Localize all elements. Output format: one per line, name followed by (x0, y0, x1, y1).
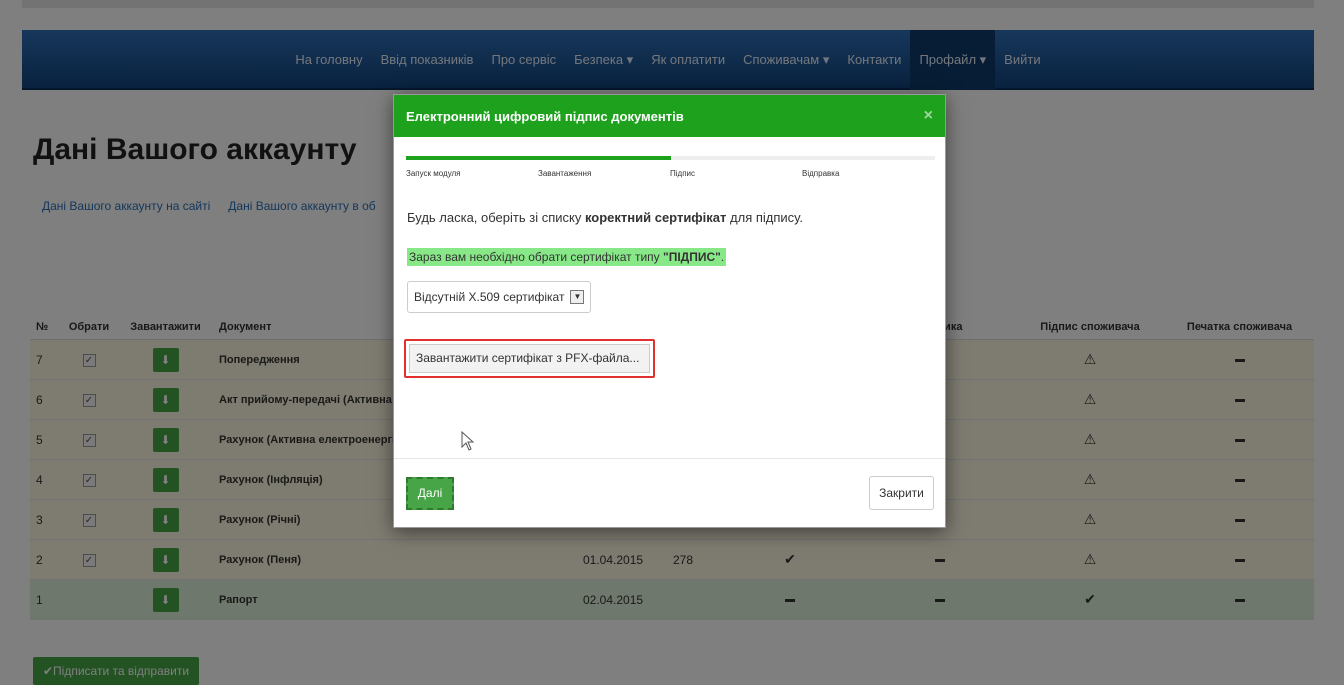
certificate-select-value: Відсутній X.509 сертифікат (414, 290, 565, 304)
progress-bar (406, 156, 935, 160)
step-launch: Запуск модуля (406, 169, 461, 178)
step-send: Відправка (802, 169, 840, 178)
close-button[interactable]: Закрити (869, 476, 934, 510)
certificate-select[interactable]: Відсутній X.509 сертифікат ▼ (407, 281, 592, 313)
progress-fill (406, 156, 671, 160)
chevron-down-icon[interactable]: ▼ (570, 290, 585, 304)
load-pfx-button[interactable]: Завантажити сертифікат з PFX-файла... (409, 344, 650, 373)
close-icon[interactable]: × (924, 107, 933, 125)
modal-footer: Далі Закрити (394, 458, 945, 527)
mouse-cursor-icon (461, 431, 475, 451)
certificate-type-hint: Зараз вам необхідно обрати сертифікат ти… (407, 248, 727, 266)
signature-modal: Електронний цифровий підпис документів ×… (393, 94, 946, 528)
highlight-frame: Завантажити сертифікат з PFX-файла... (404, 339, 655, 378)
step-loading: Завантаження (538, 169, 592, 178)
modal-header: Електронний цифровий підпис документів × (394, 95, 945, 137)
modal-title: Електронний цифровий підпис документів (406, 108, 684, 124)
progress-steps: Запуск модуля Завантаження Підпис Відпра… (406, 169, 935, 178)
next-button[interactable]: Далі (406, 477, 454, 510)
step-sign: Підпис (670, 169, 695, 178)
instruction-text: Будь ласка, оберіть зі списку коректний … (407, 210, 803, 225)
